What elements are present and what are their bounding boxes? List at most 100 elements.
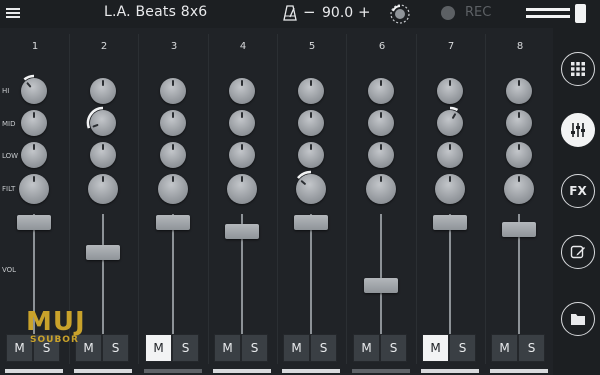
tempo-decrease-button[interactable]: − [303, 3, 316, 21]
mute-button[interactable]: M [283, 334, 310, 362]
volume-fader-handle[interactable] [225, 224, 259, 239]
mid-eq-knob[interactable] [368, 110, 394, 136]
channel-number: 3 [170, 41, 178, 52]
mixer-app: L.A. Beats 8x6 − 90.0 + REC HI MID LOW F… [0, 0, 600, 375]
mute-button[interactable]: M [422, 334, 449, 362]
low-eq-knob[interactable] [368, 142, 394, 168]
channel-number: 2 [100, 41, 108, 52]
volume-fader-handle[interactable] [294, 215, 328, 230]
mid-eq-knob[interactable] [437, 106, 463, 136]
hi-eq-knob[interactable] [506, 78, 532, 104]
solo-button[interactable]: S [33, 334, 60, 362]
record-button[interactable] [441, 6, 455, 20]
low-eq-knob[interactable] [160, 142, 186, 168]
low-eq-knob[interactable] [437, 142, 463, 168]
hi-eq-knob[interactable] [21, 74, 47, 104]
solo-button[interactable]: S [172, 334, 199, 362]
mid-eq-knob[interactable] [229, 110, 255, 136]
sliders-icon [571, 123, 585, 137]
solo-button[interactable]: S [380, 334, 407, 362]
low-eq-knob[interactable] [21, 142, 47, 168]
project-title: L.A. Beats 8x6 [104, 4, 208, 20]
mute-solo-group: MS [214, 334, 270, 362]
solo-button[interactable]: S [518, 334, 545, 362]
volume-fader-handle[interactable] [433, 215, 467, 230]
filt-eq-knob[interactable] [19, 174, 49, 204]
volume-fader-handle[interactable] [17, 215, 51, 230]
volume-fader-handle[interactable] [364, 278, 398, 293]
folder-icon [571, 314, 585, 325]
hi-eq-knob[interactable] [437, 78, 463, 104]
hi-eq-knob[interactable] [368, 78, 394, 104]
hi-eq-knob[interactable] [298, 78, 324, 104]
filt-eq-knob[interactable] [296, 170, 326, 204]
mid-eq-knob[interactable] [298, 110, 324, 136]
low-eq-knob[interactable] [229, 142, 255, 168]
mute-solo-group: MS [145, 334, 201, 362]
channel-level-meter [5, 369, 63, 373]
volume-fader-handle[interactable] [502, 222, 536, 237]
solo-button[interactable]: S [241, 334, 268, 362]
low-eq-knob[interactable] [90, 142, 116, 168]
master-level-meter [526, 6, 574, 22]
master-dial-icon[interactable] [389, 3, 411, 25]
mute-button[interactable]: M [145, 334, 172, 362]
volume-fader-track [310, 214, 312, 334]
solo-button[interactable]: S [102, 334, 129, 362]
metronome-icon[interactable] [283, 5, 297, 21]
mid-eq-knob[interactable] [21, 110, 47, 136]
solo-button[interactable]: S [449, 334, 476, 362]
mute-solo-group: MS [6, 334, 62, 362]
mid-eq-knob[interactable] [506, 110, 532, 136]
filt-eq-knob[interactable] [435, 174, 465, 204]
low-eq-knob[interactable] [506, 142, 532, 168]
mute-solo-group: MS [283, 334, 339, 362]
master-volume-handle[interactable] [575, 4, 586, 23]
mute-button[interactable]: M [6, 334, 33, 362]
hi-eq-knob[interactable] [90, 78, 116, 104]
low-eq-knob[interactable] [298, 142, 324, 168]
tempo-value[interactable]: 90.0 [322, 5, 353, 21]
mid-eq-knob[interactable] [160, 110, 186, 136]
mute-button[interactable]: M [214, 334, 241, 362]
top-bar: L.A. Beats 8x6 − 90.0 + REC [0, 0, 600, 28]
solo-button[interactable]: S [310, 334, 337, 362]
grid-icon [571, 62, 585, 76]
volume-fader-handle[interactable] [156, 215, 190, 230]
volume-fader-track [449, 214, 451, 334]
filt-eq-knob[interactable] [504, 174, 534, 204]
volume-fader-handle[interactable] [86, 245, 120, 260]
channel-level-meter [490, 369, 548, 373]
mute-solo-group: MS [422, 334, 478, 362]
record-label[interactable]: REC [465, 5, 491, 20]
filt-eq-knob[interactable] [88, 174, 118, 204]
mute-button[interactable]: M [75, 334, 102, 362]
hi-eq-knob[interactable] [229, 78, 255, 104]
filt-eq-knob[interactable] [366, 174, 396, 204]
mixer-button[interactable] [561, 113, 595, 147]
menu-icon[interactable] [6, 6, 20, 20]
channel-level-meter [74, 369, 132, 373]
volume-fader-track [172, 214, 174, 334]
channel-number: 1 [31, 41, 39, 52]
edit-button[interactable] [561, 235, 595, 269]
mute-button[interactable]: M [353, 334, 380, 362]
files-button[interactable] [561, 302, 595, 336]
mute-button[interactable]: M [491, 334, 518, 362]
pads-grid-button[interactable] [561, 52, 595, 86]
mid-eq-knob[interactable] [86, 106, 116, 136]
fx-label: FX [569, 184, 587, 198]
channel-number: 8 [516, 41, 524, 52]
volume-fader-track [102, 214, 104, 334]
edit-icon [570, 245, 585, 259]
hi-eq-knob[interactable] [160, 78, 186, 104]
filt-eq-knob[interactable] [227, 174, 257, 204]
tempo-increase-button[interactable]: + [358, 3, 371, 21]
channel-level-meter [282, 369, 340, 373]
channel-strip-6: 6 MS [347, 28, 417, 375]
filt-eq-knob[interactable] [158, 174, 188, 204]
channel-number: 7 [447, 41, 455, 52]
channel-strip-4: 4 MS [208, 28, 278, 375]
volume-fader-track [380, 214, 382, 334]
fx-button[interactable]: FX [561, 174, 595, 208]
